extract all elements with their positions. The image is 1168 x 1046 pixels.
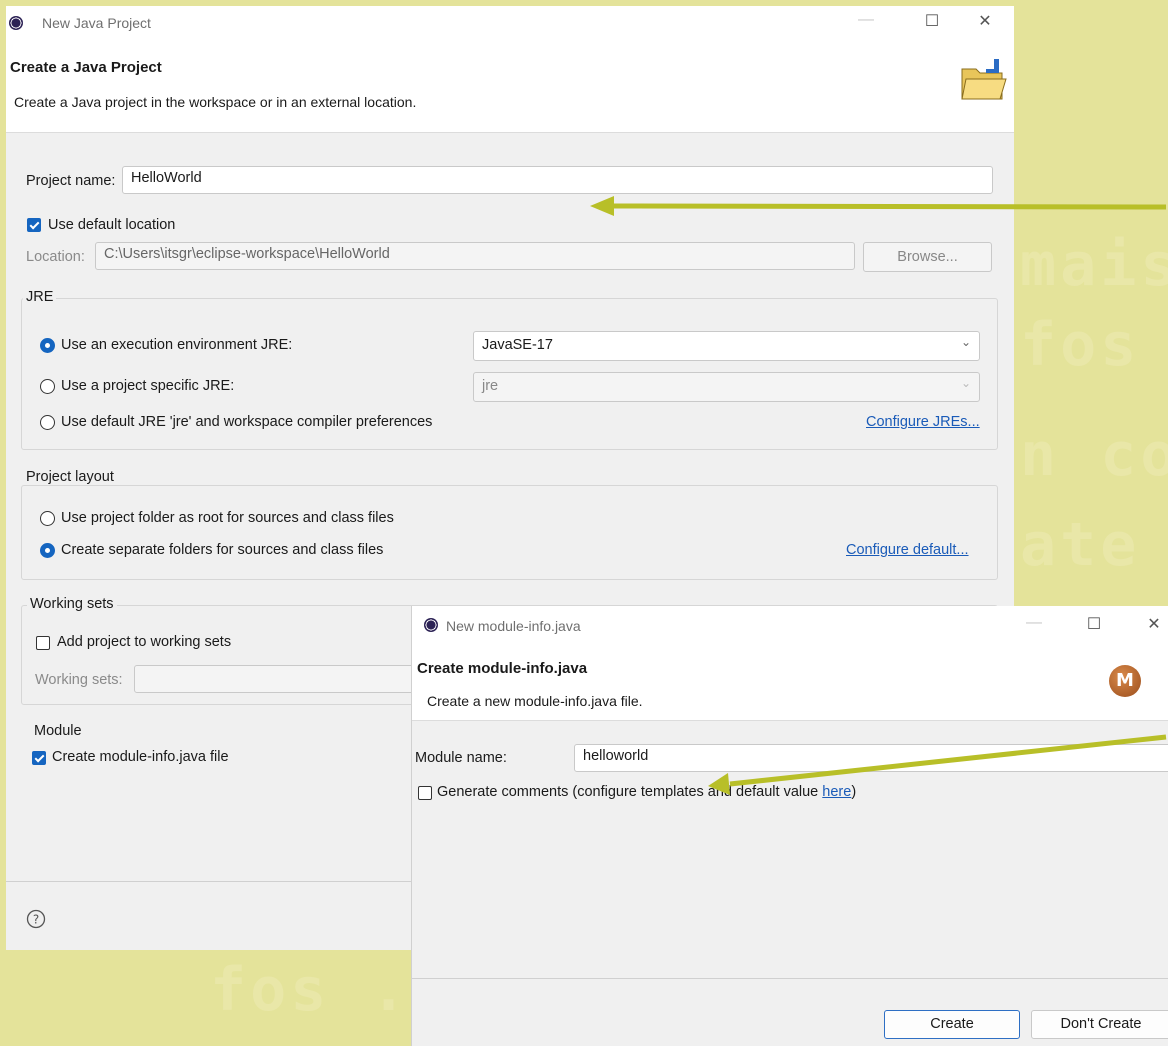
maximize-icon[interactable]: ☐ <box>917 11 947 31</box>
jre-project-specific-label: Use a project specific JRE: <box>61 378 235 394</box>
page-description: Create a new module-info.java file. <box>427 693 643 709</box>
maximize-icon[interactable]: ☐ <box>1079 614 1109 634</box>
add-working-sets-label: Add project to working sets <box>57 634 232 650</box>
module-name-input[interactable]: helloworld <box>574 744 1168 772</box>
use-default-location-label: Use default location <box>48 217 176 233</box>
create-module-info-checkbox[interactable] <box>32 751 46 765</box>
page-description: Create a Java project in the workspace o… <box>14 94 417 110</box>
generate-comments-label: Generate comments (configure templates a… <box>437 784 857 800</box>
jre-project-specific-radio[interactable] <box>40 379 55 394</box>
chevron-down-icon: ⌄ <box>960 335 971 349</box>
use-default-location-checkbox[interactable] <box>27 218 41 232</box>
layout-separate-radio[interactable] <box>40 543 55 558</box>
working-sets-group-label: Working sets <box>27 596 117 612</box>
project-name-input[interactable]: HelloWorld <box>122 166 993 194</box>
wizard-banner: Create module-info.java Create a new mod… <box>412 644 1168 721</box>
watermark-fragment: fos . <box>210 955 411 1025</box>
page-title: Create module-info.java <box>417 660 588 677</box>
jre-default-radio[interactable] <box>40 415 55 430</box>
footer-divider <box>412 978 1168 979</box>
close-icon[interactable]: ✕ <box>970 11 1000 31</box>
new-module-info-dialog: New module-info.java — ☐ ✕ Create module… <box>411 606 1168 1046</box>
jre-exec-env-radio[interactable] <box>40 338 55 353</box>
watermark-fragment: mais <box>1020 230 1168 300</box>
window-title: New Java Project <box>42 15 151 31</box>
working-sets-input[interactable] <box>134 665 434 693</box>
location-input[interactable]: C:\Users\itsgr\eclipse-workspace\HelloWo… <box>95 242 855 270</box>
add-working-sets-checkbox[interactable] <box>36 636 50 650</box>
generate-comments-checkbox[interactable] <box>418 786 432 800</box>
configure-templates-link[interactable]: here <box>822 784 851 800</box>
project-specific-jre-select[interactable]: jre ⌄ <box>473 372 980 402</box>
eclipse-icon <box>424 618 438 632</box>
layout-separate-label: Create separate folders for sources and … <box>61 542 384 558</box>
jre-group-label: JRE <box>23 289 57 305</box>
jre-default-label: Use default JRE 'jre' and workspace comp… <box>61 414 433 430</box>
create-module-info-label: Create module-info.java file <box>52 749 229 765</box>
layout-root-radio[interactable] <box>40 511 55 526</box>
wizard-banner: Create a Java Project Create a Java proj… <box>6 40 1014 133</box>
title-bar: New module-info.java — ☐ ✕ <box>412 606 1168 644</box>
svg-text:?: ? <box>33 913 39 927</box>
window-title: New module-info.java <box>446 618 581 634</box>
title-bar: New Java Project — ☐ ✕ <box>6 6 1014 40</box>
dont-create-button[interactable]: Don't Create <box>1031 1010 1168 1039</box>
close-icon[interactable]: ✕ <box>1139 614 1168 634</box>
eclipse-icon <box>9 16 23 30</box>
location-label: Location: <box>26 249 85 265</box>
question-circle-icon[interactable]: ? <box>26 909 46 929</box>
project-layout-group-label: Project layout <box>23 469 117 485</box>
project-specific-jre-value: jre <box>482 378 499 394</box>
module-name-label: Module name: <box>415 750 507 766</box>
watermark-fragment: fos <box>1020 310 1141 380</box>
module-group-label: Module <box>31 723 85 739</box>
watermark-fragment: n co <box>1020 420 1168 490</box>
configure-jres-link[interactable]: Configure JREs... <box>866 414 980 430</box>
exec-env-value: JavaSE-17 <box>482 337 553 353</box>
create-button[interactable]: Create <box>884 1010 1020 1039</box>
chevron-down-icon: ⌄ <box>960 376 971 390</box>
jre-exec-env-label: Use an execution environment JRE: <box>61 337 293 353</box>
watermark-fragment: ate <box>1020 510 1141 580</box>
working-sets-label: Working sets: <box>35 672 123 688</box>
minimize-icon[interactable]: — <box>851 11 881 29</box>
browse-button[interactable]: Browse... <box>863 242 992 272</box>
module-icon: M <box>1109 665 1141 697</box>
exec-env-select[interactable]: JavaSE-17 ⌄ <box>473 331 980 361</box>
minimize-icon[interactable]: — <box>1019 614 1049 632</box>
configure-default-link[interactable]: Configure default... <box>846 542 969 558</box>
project-layout-group <box>21 485 998 580</box>
page-title: Create a Java Project <box>10 59 162 76</box>
project-name-label: Project name: <box>26 173 116 189</box>
layout-root-label: Use project folder as root for sources a… <box>61 510 394 526</box>
folder-icon <box>961 59 1007 100</box>
